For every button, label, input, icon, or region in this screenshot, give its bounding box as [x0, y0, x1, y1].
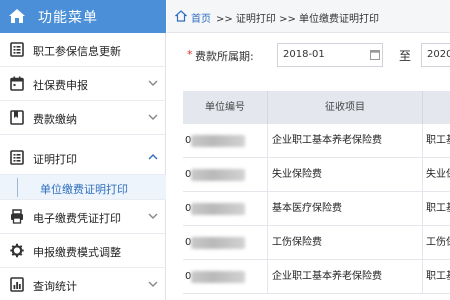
sidebar-item-payment[interactable]: 费款缴纳	[0, 101, 166, 135]
calendar-icon[interactable]	[370, 49, 380, 60]
column-header-unit-id: 单位编号	[183, 91, 268, 124]
sidebar-title: 功能菜单	[38, 10, 98, 26]
required-marker: *	[187, 48, 193, 61]
printer-icon	[11, 209, 23, 224]
cell-unit-id: 0	[183, 124, 268, 158]
table-row[interactable]: 0 企业职工基本养老保险费 职工基	[183, 260, 450, 294]
cell-unit-id: 0	[183, 260, 268, 294]
cell-extra: 失业保	[426, 169, 450, 180]
calendar-icon	[10, 76, 24, 91]
sidebar-item-mode-adjust[interactable]: 申报缴费模式调整	[0, 234, 166, 268]
table-row[interactable]: 0 基本医疗保险费 职工基	[183, 192, 450, 226]
bookmark-icon	[10, 110, 24, 125]
cell-extra: 职工基	[426, 203, 450, 214]
cell-item: 企业职工基本养老保险费	[268, 260, 423, 294]
cell-unit-id: 0	[183, 158, 268, 192]
breadcrumb-path: >> 证明打印 >> 单位缴费证明打印	[216, 14, 380, 25]
table-row[interactable]: 0 失业保险费 失业保	[183, 158, 450, 192]
table-row[interactable]: 0 工伤保险费 工伤保	[183, 226, 450, 260]
redacted-block	[191, 135, 245, 147]
cell-unit-id: 0	[183, 226, 268, 260]
sidebar-item-certificate-print[interactable]: 证明打印	[0, 141, 166, 175]
period-label: 费款所属期:	[195, 50, 254, 63]
sidebar-item-e-voucher-print[interactable]: 电子缴费凭证打印	[0, 200, 166, 234]
app-window: 功能菜单 职工参保信息更新 社保费申报 费款缴纳 证明打印 单位缴费证明打印 电…	[0, 0, 450, 300]
period-start-input[interactable]: 2018-01	[277, 43, 383, 67]
sidebar-item-label: 职工参保信息更新	[33, 45, 121, 58]
sidebar-item-declaration[interactable]: 社保费申报	[0, 67, 166, 101]
table-header: 单位编号 征收项目	[183, 91, 450, 124]
chevron-down-icon	[148, 281, 158, 287]
sidebar-subitem-unit-payment-certificate[interactable]: 单位缴费证明打印	[0, 175, 166, 200]
sidebar-item-label: 社保费申报	[33, 79, 88, 92]
tree-guide-line	[17, 178, 18, 197]
sidebar: 功能菜单 职工参保信息更新 社保费申报 费款缴纳 证明打印 单位缴费证明打印 电…	[0, 0, 166, 300]
chevron-up-icon	[148, 154, 158, 160]
breadcrumb: 首页 >> 证明打印 >> 单位缴费证明打印	[167, 0, 450, 33]
sidebar-header: 功能菜单	[0, 0, 166, 33]
main-content: 首页 >> 证明打印 >> 单位缴费证明打印 * 费款所属期: 2018-01 …	[167, 0, 450, 300]
chevron-down-icon	[148, 80, 158, 86]
sidebar-item-label: 申报缴费模式调整	[33, 246, 121, 259]
redacted-block	[191, 271, 245, 283]
cell-extra: 职工基	[426, 135, 450, 146]
sidebar-item-label: 证明打印	[33, 153, 77, 166]
table-row[interactable]: 0 企业职工基本养老保险费 职工基	[183, 124, 450, 158]
cell-item: 企业职工基本养老保险费	[268, 124, 423, 158]
cell-unit-id: 0	[183, 192, 268, 226]
cell-item: 工伤保险费	[268, 226, 423, 260]
cell-item: 失业保险费	[268, 158, 423, 192]
period-to-label: 至	[399, 49, 412, 63]
sidebar-item-query-stats[interactable]: 查询统计	[0, 268, 166, 300]
sidebar-item-label: 电子缴费凭证打印	[33, 212, 121, 225]
bar-chart-icon	[10, 277, 24, 292]
column-header-extra	[423, 91, 450, 124]
sidebar-item-employee-info[interactable]: 职工参保信息更新	[0, 33, 166, 67]
gear-icon	[10, 243, 24, 258]
cell-item: 基本医疗保险费	[268, 192, 423, 226]
chevron-down-icon	[148, 114, 158, 120]
cell-extra: 职工基	[426, 271, 450, 282]
breadcrumb-home-link[interactable]: 首页	[191, 10, 211, 25]
sidebar-item-label: 查询统计	[33, 280, 77, 293]
sidebar-item-label: 费款缴纳	[33, 113, 77, 126]
redacted-block	[191, 169, 245, 181]
column-header-item: 征收项目	[268, 91, 423, 124]
list-card-icon	[10, 150, 24, 165]
period-end-input[interactable]: 2020	[421, 43, 450, 67]
list-card-icon	[10, 42, 24, 57]
sidebar-subitem-label: 单位缴费证明打印	[40, 183, 128, 196]
home-menu-icon	[9, 9, 25, 23]
period-filter: * 费款所属期: 2018-01 至 2020	[167, 40, 450, 70]
redacted-block	[191, 203, 245, 215]
cell-extra: 工伤保	[426, 237, 450, 248]
chevron-down-icon	[148, 213, 158, 219]
home-icon	[175, 10, 187, 22]
redacted-block	[191, 237, 245, 249]
